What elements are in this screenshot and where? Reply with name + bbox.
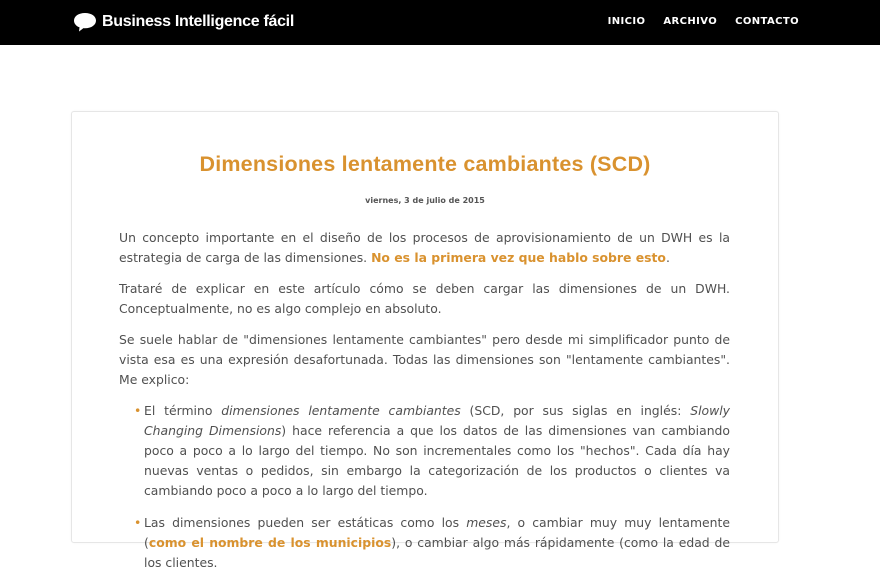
post-body: Un concepto importante en el diseño de l… xyxy=(119,228,730,585)
bullet-2-emphasis: meses xyxy=(466,515,507,530)
bullet-1-emphasis-1: dimensiones lentamente cambiantes xyxy=(221,403,461,418)
top-navbar: Business Intelligence fácil INICIO ARCHI… xyxy=(0,0,880,45)
municipios-link[interactable]: como el nombre de los municipios xyxy=(149,535,391,550)
post-date: viernes, 3 de julio de 2015 xyxy=(365,196,485,205)
list-item: Las dimensiones pueden ser estáticas com… xyxy=(119,513,730,573)
list-item: El término dimensiones lentamente cambia… xyxy=(119,401,730,501)
nav-archivo-link[interactable]: ARCHIVO xyxy=(663,16,717,27)
bullet-list: El término dimensiones lentamente cambia… xyxy=(119,401,730,573)
bullet-1-text-a: El término xyxy=(144,403,222,418)
paragraph-1-end: . xyxy=(665,250,670,265)
post-title: Dimensiones lentamente cambiantes (SCD) xyxy=(199,152,651,176)
paragraph-1: Un concepto importante en el diseño de l… xyxy=(119,228,730,268)
post-card: Dimensiones lentamente cambiantes (SCD) … xyxy=(71,111,779,570)
previous-post-link[interactable]: No es la primera vez que hablo sobre est… xyxy=(371,250,666,265)
paragraph-2: Trataré de explicar en este artículo cóm… xyxy=(119,281,730,316)
nav-contacto-link[interactable]: CONTACTO xyxy=(735,16,799,27)
bullet-2-text-a: Las dimensiones pueden ser estáticas com… xyxy=(144,515,467,530)
bullet-1-text-b: (SCD, por sus siglas en inglés: xyxy=(460,403,691,418)
brand-logo-link[interactable]: Business Intelligence fácil xyxy=(73,11,294,33)
speech-bubble-icon xyxy=(74,13,96,32)
main-nav: INICIO ARCHIVO CONTACTO xyxy=(608,16,799,27)
brand-name: Business Intelligence fácil xyxy=(102,13,294,30)
paragraph-3: Se suele hablar de "dimensiones lentamen… xyxy=(119,332,730,387)
nav-inicio-link[interactable]: INICIO xyxy=(608,16,646,27)
